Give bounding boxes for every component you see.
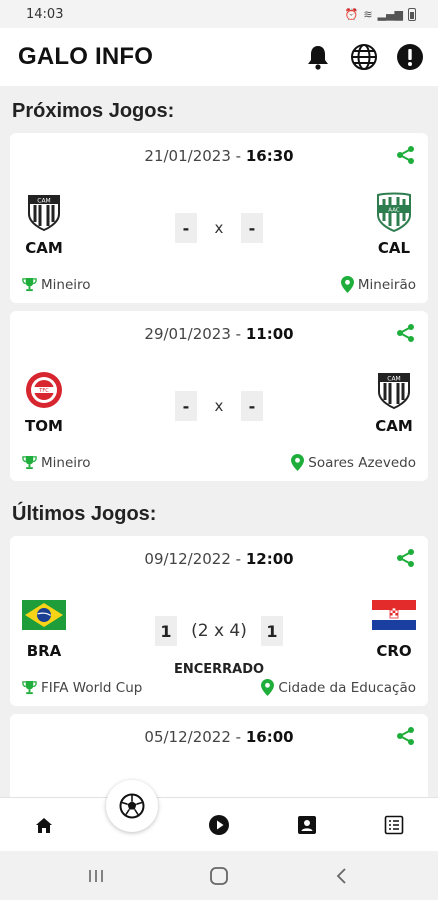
alarm-icon: ⏰ (344, 7, 359, 21)
header-actions (302, 41, 426, 73)
signal-icon: ▂▄▆ (377, 7, 403, 21)
penalty-score: (2 x 4) (191, 621, 247, 641)
away-team: CRO (364, 594, 424, 660)
share-icon[interactable] (396, 548, 416, 573)
home-button-icon[interactable] (204, 863, 234, 889)
play-icon[interactable] (203, 810, 235, 840)
contact-card-icon[interactable] (291, 810, 323, 840)
svg-text:CAM: CAM (37, 198, 50, 205)
wifi-icon: ≋ (363, 7, 373, 21)
venue: Soares Azevedo (291, 454, 416, 471)
match-footer: Mineiro Soares Azevedo (22, 454, 416, 471)
match-status: ENCERRADO (173, 662, 265, 677)
svg-text:CAM: CAM (387, 376, 400, 383)
match-datetime: 21/01/2023 - 16:30 (144, 147, 294, 165)
competition: Mineiro (22, 277, 91, 293)
app-title: GALO INFO (18, 43, 154, 70)
away-score: 1 (261, 616, 283, 646)
away-score: - (241, 391, 263, 421)
venue: Cidade da Educação (261, 679, 416, 696)
atletico-crest-icon: CAM (371, 369, 417, 411)
competition: Mineiro (22, 455, 91, 471)
trophy-icon (22, 680, 37, 695)
away-team: AAC CAL (364, 191, 424, 257)
match-card[interactable]: 05/12/2022 - 16:00 (10, 714, 428, 797)
trophy-icon (22, 277, 37, 292)
match-datetime: 09/12/2022 - 12:00 (144, 550, 294, 568)
share-icon[interactable] (396, 323, 416, 348)
trophy-icon (22, 455, 37, 470)
home-score: - (175, 391, 197, 421)
back-icon[interactable] (326, 863, 356, 889)
home-score: 1 (155, 616, 177, 646)
location-pin-icon (291, 454, 305, 471)
away-team: CAM CAM (364, 369, 424, 435)
match-footer: FIFA World Cup Cidade da Educação (22, 679, 416, 696)
share-icon[interactable] (396, 726, 416, 751)
bell-icon[interactable] (302, 41, 334, 73)
away-score: - (241, 213, 263, 243)
match-card[interactable]: 21/01/2023 - 16:30 CAM CAM - x - AAC CAL… (10, 133, 428, 303)
bottom-nav (0, 797, 438, 851)
soccer-ball-icon[interactable] (106, 780, 158, 832)
globe-icon[interactable] (348, 41, 380, 73)
list-icon[interactable] (378, 810, 410, 840)
status-icons: ⏰ ≋ ▂▄▆ (344, 7, 416, 21)
caldense-crest-icon: AAC (371, 191, 417, 233)
recent-title: Últimos Jogos: (12, 503, 157, 525)
app-bar: GALO INFO (0, 28, 438, 86)
info-icon[interactable] (394, 41, 426, 73)
croatia-flag-icon (371, 594, 417, 636)
upcoming-title: Próximos Jogos: (12, 100, 175, 122)
versus-label: x (214, 397, 224, 415)
home-icon[interactable] (28, 810, 60, 840)
svg-text:AAC: AAC (388, 208, 400, 214)
battery-icon (408, 7, 416, 21)
location-pin-icon (340, 276, 354, 293)
status-bar: 14:03 ⏰ ≋ ▂▄▆ (0, 0, 438, 28)
versus-label: x (214, 219, 224, 237)
home-score: - (175, 213, 197, 243)
status-time: 14:03 (26, 6, 64, 22)
system-nav-bar (0, 851, 438, 900)
match-datetime: 05/12/2022 - 16:00 (144, 728, 294, 746)
competition: FIFA World Cup (22, 680, 142, 696)
recent-apps-icon[interactable] (81, 863, 111, 889)
venue: Mineirão (340, 276, 416, 293)
share-icon[interactable] (396, 145, 416, 170)
match-card[interactable]: 29/01/2023 - 11:00 TFC TOM - x - CAM CAM… (10, 311, 428, 481)
match-footer: Mineiro Mineirão (22, 276, 416, 293)
location-pin-icon (261, 679, 275, 696)
match-card[interactable]: 09/12/2022 - 12:00 BRA 1 (2 x 4) 1 ENCER… (10, 536, 428, 706)
match-datetime: 29/01/2023 - 11:00 (144, 325, 294, 343)
match-list: Próximos Jogos: 21/01/2023 - 16:30 CAM C… (0, 86, 438, 797)
